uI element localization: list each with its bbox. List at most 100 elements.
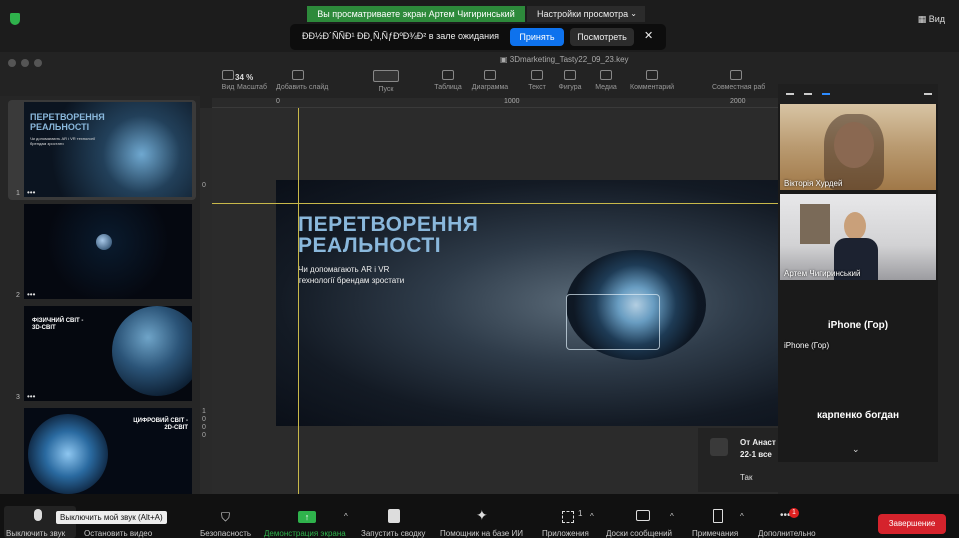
earth-icon xyxy=(96,234,112,250)
slide-number: 3 xyxy=(16,394,20,401)
vruler-mark: 0 xyxy=(202,416,206,423)
apps-chevron-icon[interactable]: ^ xyxy=(590,512,594,521)
zoom-window: Вы просматриваете экран Артем Чигиринськ… xyxy=(0,0,959,538)
minimize-icon[interactable] xyxy=(786,93,794,95)
view-options-label: Настройки просмотра xyxy=(537,9,629,19)
digital-earth-icon xyxy=(28,414,108,494)
table-icon xyxy=(442,70,454,80)
share-screen-button[interactable]: Демонстрация экрана xyxy=(264,529,346,538)
chat-to: 22-1 все xyxy=(740,450,772,459)
add-slide-icon xyxy=(292,70,304,80)
mute-button[interactable]: Выключить звук xyxy=(6,529,65,538)
slide-title: ПЕРЕТВОРЕННЯ РЕАЛЬНОСТІ xyxy=(298,214,478,256)
toolbar-media-button[interactable]: Медиа xyxy=(584,70,628,91)
document-title: ▣ 3Dmarketing_Tasty22_09_23.key xyxy=(500,55,629,64)
slide-thumb-sub: Чи допомагають AR і VR технології бренда… xyxy=(30,136,96,146)
expand-icon[interactable] xyxy=(924,93,932,95)
summary-icon xyxy=(388,509,400,523)
ruler-mark: 0 xyxy=(276,98,280,105)
whiteboard-chevron-icon[interactable]: ^ xyxy=(670,512,674,521)
toolbar-comment-button[interactable]: Комментарий xyxy=(630,70,674,91)
more-button[interactable]: Дополнительно xyxy=(758,529,816,538)
zoom-window-icon[interactable] xyxy=(34,59,42,67)
see-button[interactable]: Посмотреть xyxy=(570,28,634,46)
share-options-chevron-icon[interactable]: ^ xyxy=(344,512,348,521)
slide-thumbnail-4[interactable]: ЦИФРОВИЙ СВІТ - 2D-СВІТ xyxy=(24,408,192,494)
toolbar-table-button[interactable]: Таблица xyxy=(426,70,470,91)
play-icon xyxy=(373,70,399,82)
security-button[interactable]: Безопасность xyxy=(200,529,251,538)
end-meeting-button[interactable]: Завершение xyxy=(878,514,946,534)
ai-assistant-button[interactable]: Помощник на базе ИИ xyxy=(440,529,523,538)
apps-icon xyxy=(562,511,574,523)
participant-name: Вікторія Хурдей xyxy=(784,179,843,188)
microphone-icon[interactable] xyxy=(34,509,42,521)
mute-tooltip: Выключить мой звук (Alt+A) xyxy=(56,511,167,524)
vruler-mark: 0 xyxy=(202,432,206,439)
share-screen-icon: ↑ xyxy=(298,511,316,523)
toolbar-zoom-button[interactable]: Масштаб xyxy=(228,70,276,91)
participant-name-center: iPhone (Гор) xyxy=(827,320,889,331)
slide-subtitle-line1: Чи допомагають AR і VR xyxy=(298,265,390,274)
close-window-icon[interactable] xyxy=(8,59,16,67)
comment-icon xyxy=(646,70,658,80)
waiting-room-notification: ÐÐ½Ð´ÑÑÐ¹ ÐÐ¸Ñ‚ÑƒÐºÐ¾Ð² в зале ожидания … xyxy=(290,24,666,50)
toolbar-chart-button[interactable]: Диаграмма xyxy=(468,70,512,91)
avatar xyxy=(710,438,728,456)
earth-icon xyxy=(112,306,192,396)
slide-thumbnail-1[interactable]: ПЕРЕТВОРЕННЯ РЕАЛЬНОСТІ Чи допомагають A… xyxy=(24,102,192,197)
slide-thumbnail-2[interactable] xyxy=(24,204,192,299)
participant-face xyxy=(844,212,866,240)
chevron-down-icon: ⌄ xyxy=(630,9,637,18)
more-icon[interactable]: ••• xyxy=(27,188,35,197)
shield-icon: ⛉ xyxy=(221,510,231,524)
ai-sparkle-icon: ✦ xyxy=(476,507,488,523)
video-panel: Вікторія Хурдей Артем Чигиринський iPhon… xyxy=(778,84,938,462)
slide-title-line1: ПЕРЕТВОРЕННЯ xyxy=(298,213,479,236)
more-icon[interactable]: ••• xyxy=(27,392,35,401)
main-slide[interactable]: ПЕРЕТВОРЕННЯ РЕАЛЬНОСТІ Чи допомагають A… xyxy=(276,180,778,426)
vruler-mark: 0 xyxy=(202,182,206,189)
toolbar-label: Масштаб xyxy=(237,84,267,91)
toolbar-play-button[interactable]: Пуск xyxy=(362,70,410,93)
toolbar-label: Пуск xyxy=(378,86,394,93)
chevron-down-icon[interactable]: ⌄ xyxy=(852,444,860,455)
slide-thumbnail-3[interactable]: ФІЗИЧНИЙ СВІТ - 3D-СВІТ xyxy=(24,306,192,401)
view-button-label: Вид xyxy=(928,14,945,24)
more-icon[interactable]: ••• xyxy=(27,290,35,299)
toolbar-collab-button[interactable]: Совместная раб xyxy=(712,70,766,91)
minimize-window-icon[interactable] xyxy=(21,59,29,67)
notes-chevron-icon[interactable]: ^ xyxy=(740,512,744,521)
participant-name-center: карпенко богдан xyxy=(816,410,900,421)
summary-button[interactable]: Запустить сводку xyxy=(361,529,425,538)
toolbar-label: Совместная раб xyxy=(712,84,766,91)
view-button[interactable]: ▦ Вид xyxy=(918,14,945,25)
slide-thumb-title: ЦИФРОВИЙ СВІТ - 2D-СВІТ xyxy=(133,418,188,431)
participant-video-1[interactable]: Вікторія Хурдей xyxy=(780,104,936,190)
vruler-mark: 1 xyxy=(202,408,206,415)
slide-thumb-title: ФІЗИЧНИЙ СВІТ - 3D-СВІТ xyxy=(32,318,84,331)
toolbar-add-slide-button[interactable]: Добавить слайд xyxy=(276,70,328,91)
video-panel-header xyxy=(778,84,938,104)
toolbar-label: Диаграмма xyxy=(471,84,509,91)
accept-button[interactable]: Принять xyxy=(510,28,564,46)
close-icon[interactable]: ✕ xyxy=(644,29,653,42)
gallery-icon[interactable] xyxy=(822,93,830,95)
view-options-dropdown[interactable]: Настройки просмотра ⌄ xyxy=(527,6,645,22)
stop-video-button[interactable]: Остановить видео xyxy=(84,529,152,538)
whiteboard-icon xyxy=(636,510,650,521)
collab-icon xyxy=(730,70,742,80)
slide-thumb-title: ПЕРЕТВОРЕННЯ РЕАЛЬНОСТІ xyxy=(30,112,105,132)
whiteboards-button[interactable]: Доски сообщений xyxy=(606,529,672,538)
notes-button[interactable]: Примечания xyxy=(692,529,738,538)
layout-icon[interactable] xyxy=(804,93,812,95)
participant-video-2[interactable]: Артем Чигиринський xyxy=(780,194,936,280)
participant-name: iPhone (Гор) xyxy=(784,341,830,350)
notes-icon xyxy=(713,509,723,523)
vertical-ruler: 0 1 0 0 0 xyxy=(200,108,212,494)
text-icon xyxy=(531,70,543,80)
participant-video-3[interactable]: iPhone (Гор) iPhone (Гор) xyxy=(780,284,936,370)
screen-share-banner: Вы просматриваете экран Артем Чигиринськ… xyxy=(307,6,525,22)
apps-button[interactable]: Приложения xyxy=(542,529,589,538)
participant-name: Артем Чигиринський xyxy=(784,269,861,278)
